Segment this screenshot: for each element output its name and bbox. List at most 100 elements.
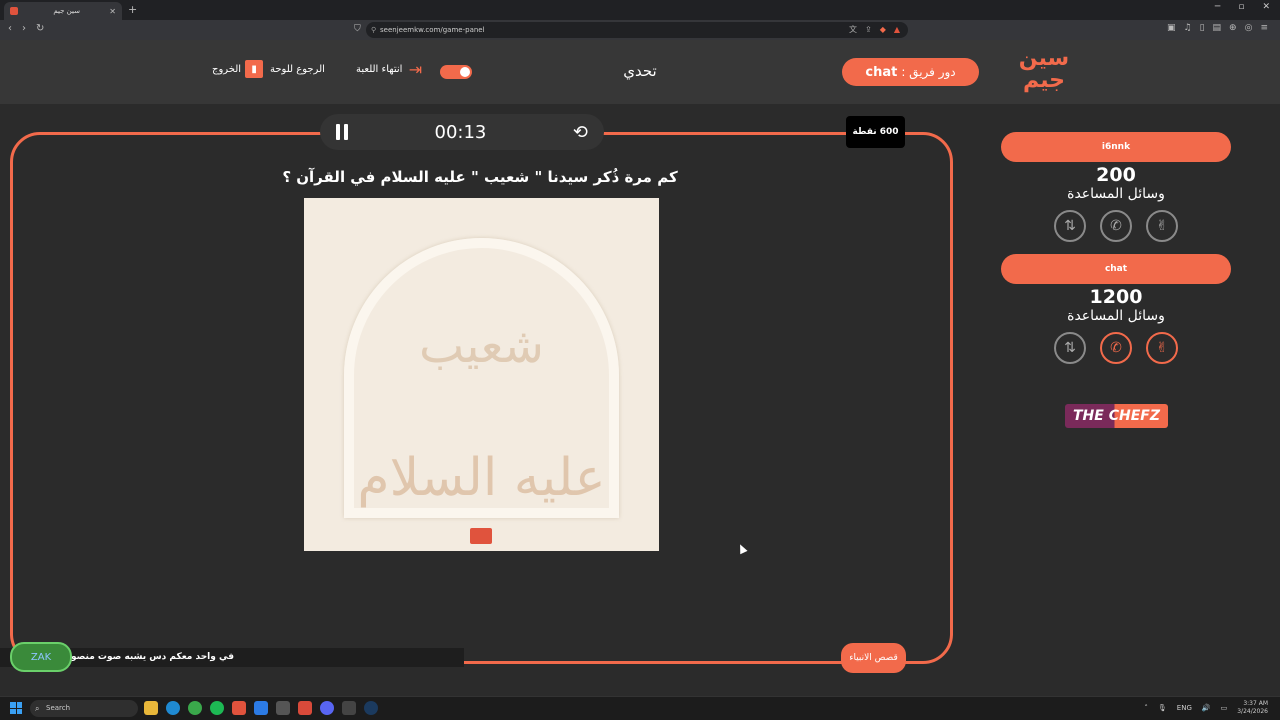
- terminal-icon[interactable]: [342, 701, 356, 715]
- rewards-icon[interactable]: ▲: [894, 22, 900, 38]
- brave-shield-icon[interactable]: ◆: [880, 22, 886, 38]
- taskbar-search[interactable]: ⌕ Search: [30, 700, 138, 717]
- exit-label: الخروج: [212, 63, 242, 75]
- app-icon[interactable]: [276, 701, 290, 715]
- new-tab-icon[interactable]: +: [128, 3, 137, 16]
- browser-toolbar-icons: ▣ ♫ ▯ ▤ ⊕ ◎ ≡: [1167, 23, 1268, 33]
- app-icon[interactable]: [298, 701, 312, 715]
- minimize-icon[interactable]: ─: [1215, 2, 1220, 12]
- sidebar-icon[interactable]: ▣: [1167, 23, 1176, 33]
- team-card-2: chat 1200 وسائل المساعدة ⇅ ✆ ✌: [1001, 254, 1231, 364]
- image-text-name: شعيب: [419, 318, 544, 374]
- pause-icon[interactable]: [336, 124, 348, 140]
- search-placeholder: Search: [46, 704, 71, 712]
- share-icon[interactable]: ⇪: [865, 22, 872, 38]
- url-right-icons: 文 ⇪ ◆ ▲: [849, 22, 900, 38]
- edge-icon[interactable]: [166, 701, 180, 715]
- back-icon[interactable]: ‹: [8, 23, 12, 34]
- toggle-knob: [460, 67, 470, 77]
- menu-icon[interactable]: ≡: [1260, 23, 1268, 33]
- site-info-icon[interactable]: ⚲: [371, 22, 376, 38]
- browser-tab[interactable]: سين جيم ✕: [4, 2, 122, 20]
- taskbar: ⌕ Search ˄ 🎙 ENG 🔊 ▭ 3:37 AM 3/24/2026: [0, 696, 1280, 720]
- swap-turn-icon[interactable]: ⇅: [1054, 210, 1086, 242]
- network-icon[interactable]: ▭: [1221, 704, 1228, 712]
- nav-buttons: ‹ › ↻: [8, 23, 44, 34]
- page-title: تحدي: [623, 62, 657, 80]
- exit-button[interactable]: ▮ الخروج: [212, 60, 264, 78]
- team-card-1: i6nnk 200 وسائل المساعدة ⇅ ✆ ✌: [1001, 132, 1231, 242]
- timer-bar: 00:13 ⟲: [320, 114, 604, 150]
- reload-icon[interactable]: ↻: [36, 23, 44, 34]
- team-turn-label: دور فريق :: [901, 65, 956, 79]
- split-view-icon[interactable]: ▯: [1200, 23, 1205, 33]
- aids-label-1: وسائل المساعدة: [1067, 186, 1165, 202]
- end-game-icon: ⇥: [408, 59, 423, 79]
- two-answers-icon[interactable]: ✌: [1146, 332, 1178, 364]
- sponsor-logo[interactable]: THE CHEFZ: [1065, 404, 1168, 428]
- exit-door-icon: ▮: [245, 60, 264, 78]
- phone-call-icon[interactable]: ✆: [1100, 332, 1132, 364]
- stream-overlay-logo: ZAK: [10, 642, 72, 672]
- spotify-icon[interactable]: [210, 701, 224, 715]
- team-turn-badge: دور فريق : chat: [842, 58, 979, 86]
- clock-date: 3/24/2026: [1237, 708, 1268, 715]
- wallet-icon[interactable]: ▤: [1213, 23, 1222, 33]
- forward-icon[interactable]: ›: [22, 23, 26, 34]
- phone-call-icon[interactable]: ✆: [1100, 210, 1132, 242]
- brave-icon[interactable]: [232, 701, 246, 715]
- search-icon: ⌕: [35, 704, 40, 713]
- game-panel: سين جيم دور فريق : chat تحدي ⇥ انتهاء ال…: [0, 40, 1280, 696]
- back-to-board-button[interactable]: الرجوع للوحة: [270, 60, 347, 78]
- close-window-icon[interactable]: ✕: [1262, 2, 1270, 12]
- clock[interactable]: 3:37 AM 3/24/2026: [1237, 700, 1268, 716]
- microphone-icon[interactable]: 🎙: [1158, 704, 1167, 712]
- back-to-board-label: الرجوع للوحة: [270, 63, 325, 75]
- discord-icon[interactable]: [320, 701, 334, 715]
- url-field[interactable]: ⚲ seenjeemkw.com/game-panel 文 ⇪ ◆ ▲: [366, 22, 908, 38]
- close-tab-icon[interactable]: ✕: [109, 7, 116, 16]
- team-score-2: 1200: [1089, 286, 1143, 308]
- team-name-2: chat: [1001, 254, 1231, 284]
- image-watermark-logo: [470, 528, 492, 544]
- browser-tab-bar: سين جيم ✕ + ─ ▫ ✕: [0, 0, 1280, 20]
- seenjeem-logo[interactable]: سين جيم: [1016, 48, 1072, 96]
- reset-timer-icon[interactable]: ⟲: [573, 122, 588, 143]
- translate-icon[interactable]: 文: [849, 22, 857, 38]
- image-text-peace: عليه السلام: [357, 448, 606, 508]
- extensions-icon[interactable]: ⊕: [1229, 23, 1237, 33]
- app-icon[interactable]: [254, 701, 268, 715]
- volume-icon[interactable]: 🔊: [1202, 704, 1211, 712]
- question-text: كم مرة ذُكر سيدنا " شعيب " عليه السلام ف…: [282, 168, 678, 186]
- two-answers-icon[interactable]: ✌: [1146, 210, 1178, 242]
- site-favicon-icon: [10, 7, 18, 15]
- tray-overflow-icon[interactable]: ˄: [1144, 704, 1148, 712]
- team-turn-name: chat: [865, 64, 898, 80]
- timer-value: 00:13: [434, 121, 487, 143]
- lifelines-1: ⇅ ✆ ✌: [1001, 210, 1231, 242]
- address-bar-row: ‹ › ↻ ⛉ ⚲ seenjeemkw.com/game-panel 文 ⇪ …: [0, 20, 1280, 40]
- chrome-icon[interactable]: [188, 701, 202, 715]
- team-name-1: i6nnk: [1001, 132, 1231, 162]
- lifelines-2: ⇅ ✆ ✌: [1001, 332, 1231, 364]
- maximize-icon[interactable]: ▫: [1238, 2, 1244, 12]
- start-icon[interactable]: [10, 702, 22, 714]
- category-badge: قصص الانبياء: [841, 643, 906, 673]
- logo-line-1: سين: [1018, 46, 1070, 71]
- vpn-icon[interactable]: ◎: [1245, 23, 1253, 33]
- team-score-1: 200: [1096, 164, 1136, 186]
- grid-icon: [329, 60, 347, 78]
- taskbar-apps: [144, 701, 378, 715]
- end-game-button[interactable]: ⇥ انتهاء اللعبة: [356, 59, 424, 79]
- url-text: seenjeemkw.com/game-panel: [380, 26, 485, 34]
- file-explorer-icon[interactable]: [144, 701, 158, 715]
- window-controls: ─ ▫ ✕: [1215, 2, 1270, 12]
- media-icon[interactable]: ♫: [1184, 23, 1192, 33]
- language-indicator[interactable]: ENG: [1177, 704, 1192, 712]
- bookmark-icon[interactable]: ⛉: [354, 24, 361, 34]
- logo-line-2: جيم: [1022, 68, 1066, 93]
- steam-icon[interactable]: [364, 701, 378, 715]
- swap-turn-icon[interactable]: ⇅: [1054, 332, 1086, 364]
- toggle-switch[interactable]: [440, 65, 472, 79]
- system-tray: ˄ 🎙 ENG 🔊 ▭ 3:37 AM 3/24/2026: [1144, 700, 1268, 716]
